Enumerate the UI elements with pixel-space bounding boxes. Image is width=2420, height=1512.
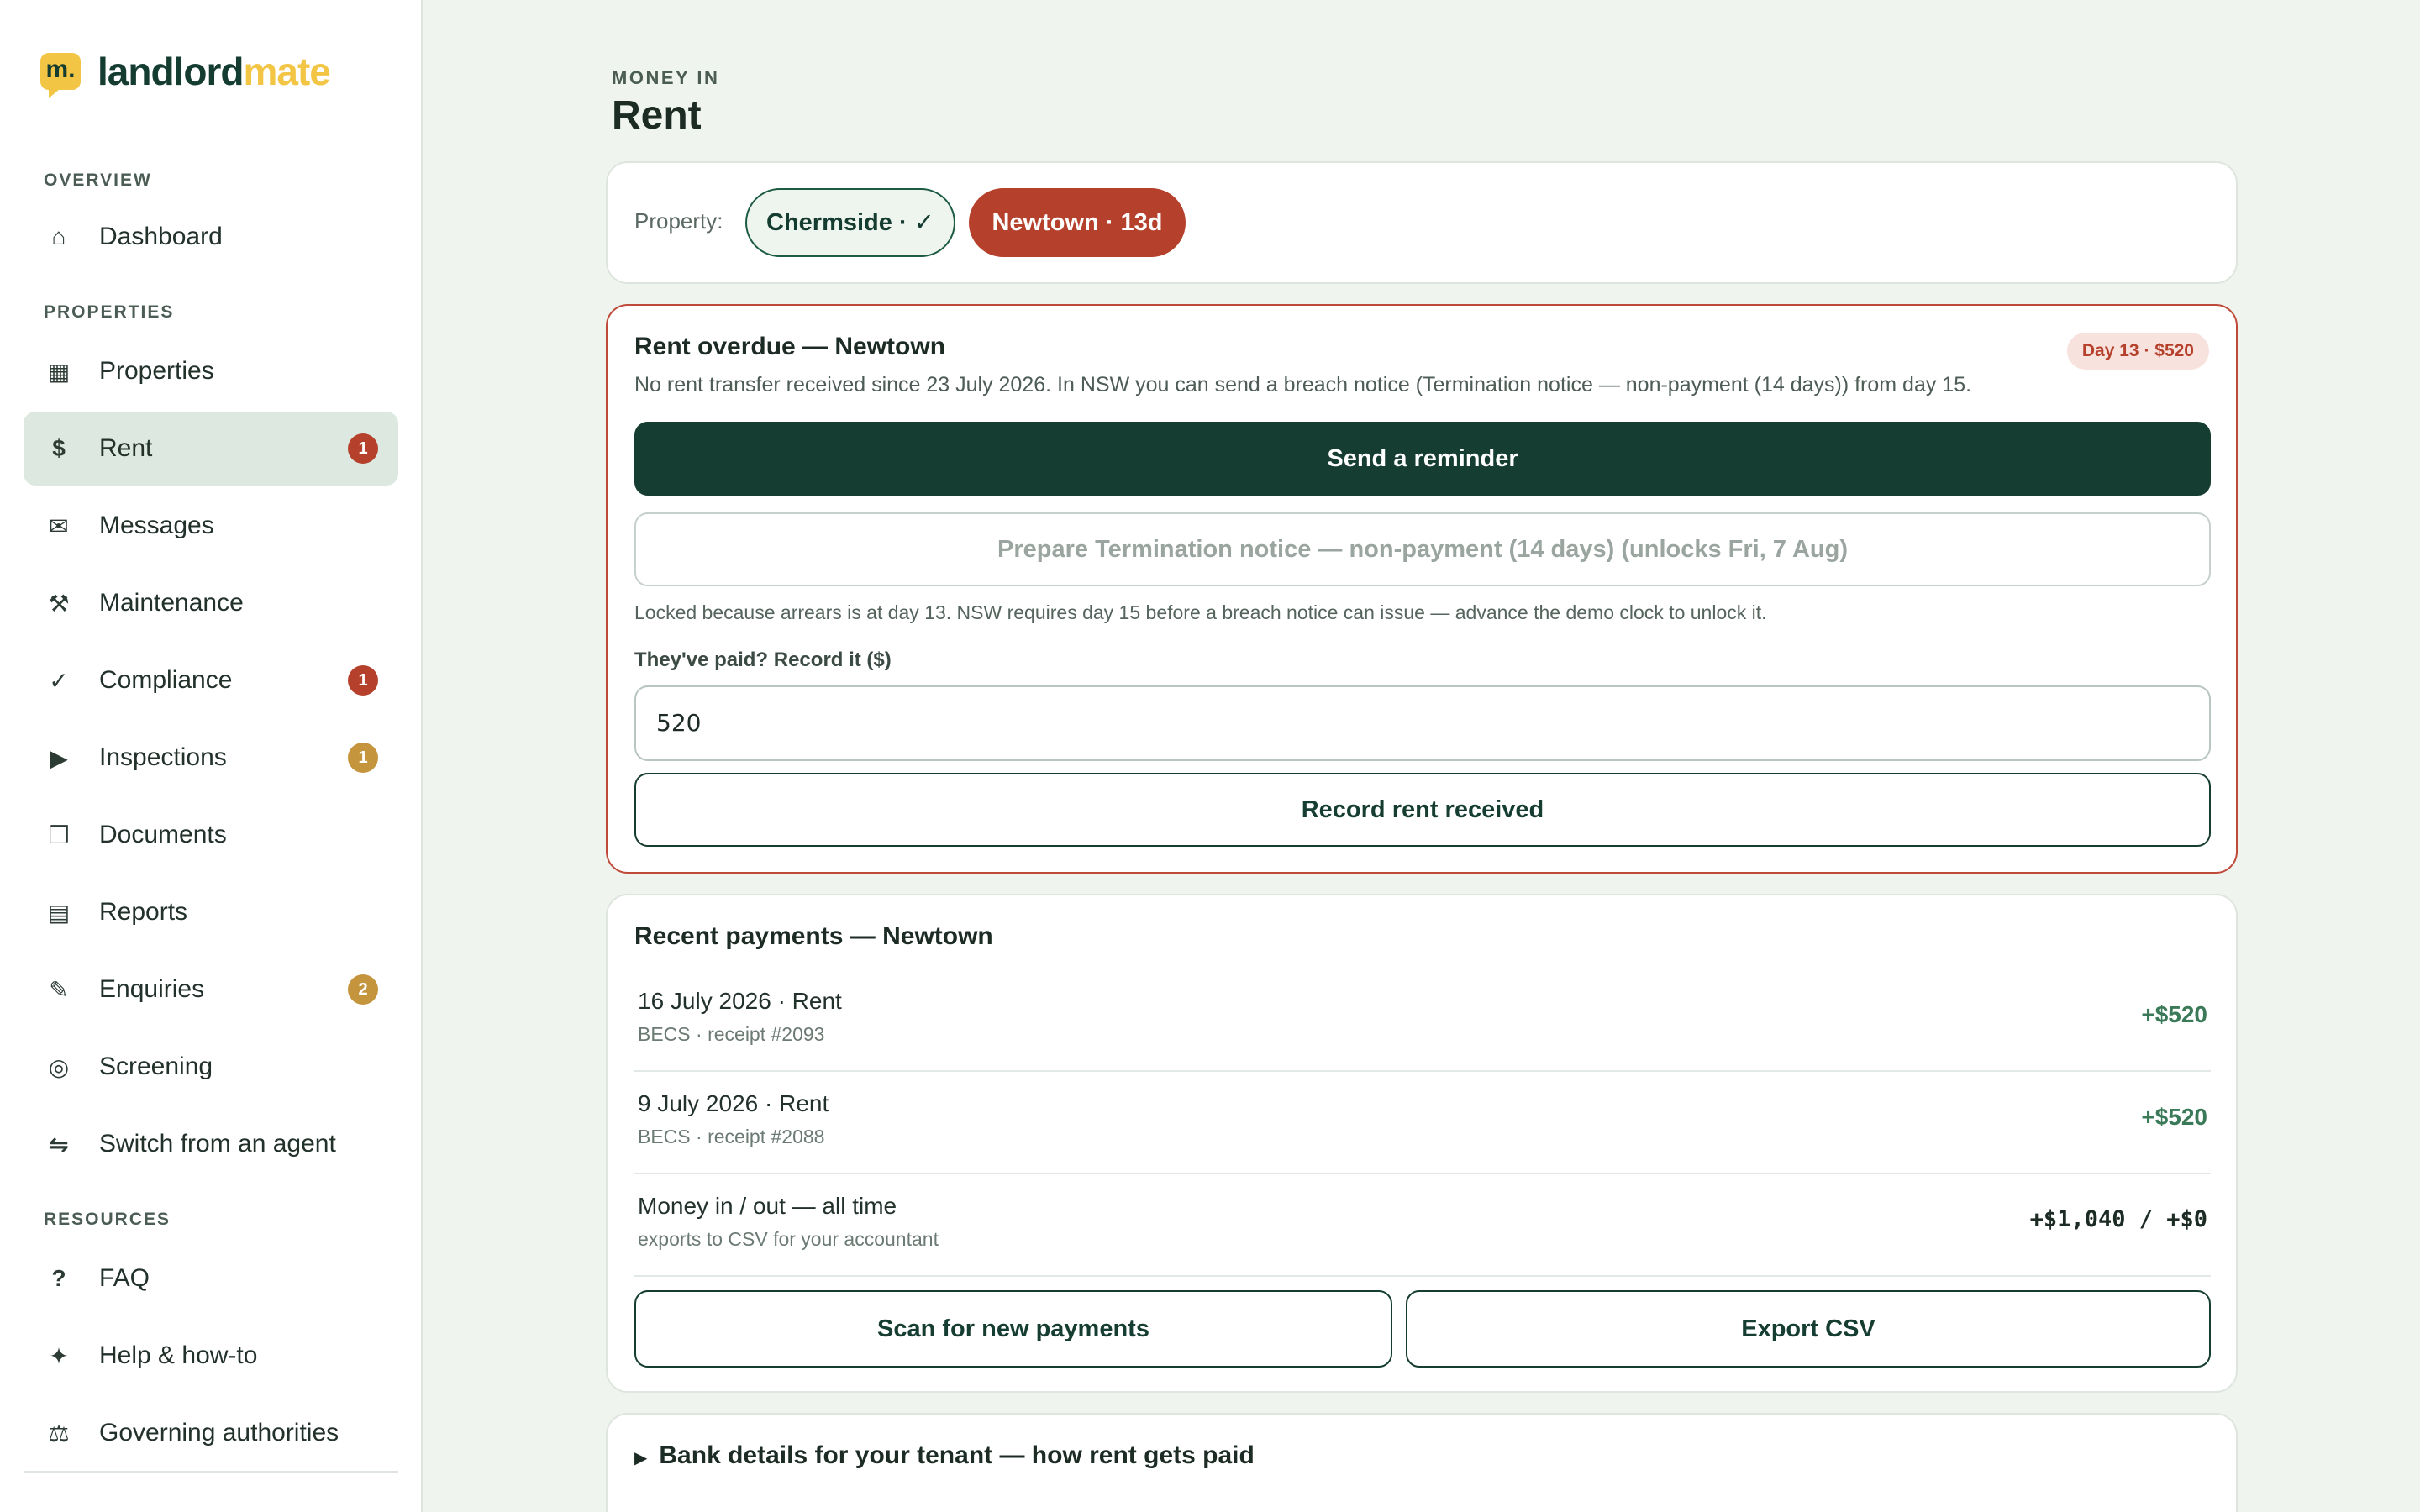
summary-amount: +$1,040 / +$0 bbox=[2029, 1206, 2207, 1232]
bank-details-disclosure[interactable]: ▶ Bank details for your tenant — how rent… bbox=[606, 1413, 2238, 1512]
sidebar-item-label: Reports bbox=[99, 898, 188, 926]
logo[interactable]: m. landlordmate bbox=[40, 49, 331, 98]
scan-payments-button[interactable]: Scan for new payments bbox=[634, 1290, 1392, 1368]
lock-note: Locked because arrears is at day 13. NSW… bbox=[634, 601, 1767, 623]
recent-payments-card: Recent payments — Newtown 16 July 2026 ·… bbox=[606, 894, 2238, 1393]
export-csv-button[interactable]: Export CSV bbox=[1406, 1290, 2211, 1368]
section-label-properties: PROPERTIES bbox=[44, 302, 175, 322]
sidebar-item-messages[interactable]: ✉ Messages bbox=[24, 489, 398, 563]
payment-row: 9 July 2026 · Rent BECS · receipt #2088 … bbox=[634, 1072, 2211, 1174]
check-icon: ✓ bbox=[49, 667, 69, 694]
document-icon: ❐ bbox=[48, 822, 70, 848]
payment-amount: +$520 bbox=[2141, 1104, 2207, 1130]
sidebar-item-maintenance[interactable]: ⚒ Maintenance bbox=[24, 566, 398, 640]
target-icon: ◎ bbox=[48, 1053, 70, 1080]
sidebar: m. landlordmate OVERVIEW ⌂ Dashboard PRO… bbox=[0, 0, 423, 1512]
payment-receipt: BECS · receipt #2088 bbox=[638, 1126, 825, 1147]
notification-badge: 1 bbox=[348, 665, 378, 696]
sidebar-item-enquiries[interactable]: ✎ Enquiries 2 bbox=[24, 953, 398, 1026]
sidebar-item-rent[interactable]: $ Rent 1 bbox=[24, 412, 398, 486]
sidebar-item-label: Dashboard bbox=[99, 223, 223, 250]
record-payment-label: They've paid? Record it ($) bbox=[634, 648, 892, 671]
payment-receipt: BECS · receipt #2093 bbox=[638, 1023, 825, 1045]
send-reminder-button[interactable]: Send a reminder bbox=[634, 422, 2211, 496]
payment-row: 16 July 2026 · Rent BECS · receipt #2093… bbox=[634, 969, 2211, 1072]
disclosure-triangle-icon: ▶ bbox=[634, 1449, 648, 1467]
money-summary-row: Money in / out — all time exports to CSV… bbox=[634, 1174, 2211, 1277]
switch-icon: ⇋ bbox=[49, 1131, 69, 1158]
pencil-icon: ✎ bbox=[49, 976, 69, 1003]
record-rent-received-button[interactable]: Record rent received bbox=[634, 773, 2211, 847]
section-label-resources: RESOURCES bbox=[44, 1210, 171, 1229]
scales-icon: ⚖ bbox=[48, 1420, 70, 1446]
notification-badge: 1 bbox=[348, 743, 378, 773]
sidebar-item-label: Rent bbox=[99, 434, 153, 462]
sidebar-item-screening[interactable]: ◎ Screening bbox=[24, 1030, 398, 1104]
sidebar-item-label: Switch from an agent bbox=[99, 1130, 336, 1158]
sidebar-divider bbox=[24, 1471, 398, 1473]
sidebar-item-faq[interactable]: ? FAQ bbox=[24, 1242, 398, 1315]
payments-title: Recent payments — Newtown bbox=[634, 922, 993, 950]
sidebar-item-help[interactable]: ✦ Help & how-to bbox=[24, 1319, 398, 1393]
sidebar-item-label: Governing authorities bbox=[99, 1419, 339, 1446]
play-icon: ▶ bbox=[50, 744, 68, 771]
property-label: Property: bbox=[634, 208, 723, 234]
payment-amount-input[interactable]: 520 bbox=[634, 685, 2211, 761]
sparkle-icon: ✦ bbox=[49, 1342, 69, 1369]
notification-badge: 1 bbox=[348, 433, 378, 464]
sidebar-item-properties[interactable]: ▦ Properties bbox=[24, 334, 398, 408]
alert-description: No rent transfer received since 23 July … bbox=[634, 373, 1972, 396]
question-icon: ? bbox=[51, 1265, 66, 1291]
section-label-overview: OVERVIEW bbox=[44, 171, 152, 190]
summary-sub: exports to CSV for your accountant bbox=[638, 1228, 939, 1250]
sidebar-item-reports[interactable]: ▤ Reports bbox=[24, 875, 398, 949]
notification-badge: 2 bbox=[348, 974, 378, 1005]
sidebar-item-switch-from-agent[interactable]: ⇋ Switch from an agent bbox=[24, 1107, 398, 1181]
sidebar-item-compliance[interactable]: ✓ Compliance 1 bbox=[24, 643, 398, 717]
mail-icon: ✉ bbox=[49, 512, 69, 539]
property-chip-chermside[interactable]: Chermside · ✓ bbox=[745, 188, 955, 257]
rent-overdue-card: Rent overdue — Newtown Day 13 · $520 No … bbox=[606, 304, 2238, 874]
payment-date: 9 July 2026 · Rent bbox=[638, 1090, 829, 1116]
sidebar-item-inspections[interactable]: ▶ Inspections 1 bbox=[24, 721, 398, 795]
sidebar-item-label: Maintenance bbox=[99, 589, 244, 617]
report-icon: ▤ bbox=[47, 899, 71, 926]
property-chip-newtown[interactable]: Newtown · 13d bbox=[969, 188, 1186, 257]
sidebar-item-label: Help & how-to bbox=[99, 1341, 258, 1369]
prepare-termination-notice-button: Prepare Termination notice — non-payment… bbox=[634, 512, 2211, 586]
sidebar-item-dashboard[interactable]: ⌂ Dashboard bbox=[24, 200, 398, 274]
page-title: Rent bbox=[612, 93, 702, 138]
payment-amount: +$520 bbox=[2141, 1001, 2207, 1027]
payment-date: 16 July 2026 · Rent bbox=[638, 988, 842, 1014]
alert-title: Rent overdue — Newtown bbox=[634, 333, 946, 360]
sidebar-item-governing-authorities[interactable]: ⚖ Governing authorities bbox=[24, 1396, 398, 1470]
logo-wordmark: landlordmate bbox=[97, 50, 331, 93]
sidebar-item-documents[interactable]: ❐ Documents bbox=[24, 798, 398, 872]
sidebar-item-label: Compliance bbox=[99, 666, 233, 694]
sidebar-item-label: FAQ bbox=[99, 1264, 150, 1292]
bank-details-summary[interactable]: ▶ Bank details for your tenant — how rent… bbox=[634, 1441, 1255, 1470]
status-badge: Day 13 · $520 bbox=[2066, 333, 2209, 370]
sidebar-item-label: Enquiries bbox=[99, 975, 205, 1003]
tools-icon: ⚒ bbox=[48, 590, 70, 617]
property-selector-card: Property: Chermside · ✓ Newtown · 13d bbox=[606, 161, 2238, 284]
sidebar-item-label: Messages bbox=[99, 512, 214, 539]
dollar-icon: $ bbox=[52, 435, 66, 461]
summary-label: Money in / out — all time bbox=[638, 1193, 897, 1219]
logo-mark-icon: m. bbox=[40, 53, 81, 98]
building-icon: ▦ bbox=[47, 358, 71, 385]
home-icon: ⌂ bbox=[51, 223, 66, 249]
page-eyebrow: MONEY IN bbox=[612, 67, 720, 88]
bank-details-label: Bank details for your tenant — how rent … bbox=[659, 1441, 1255, 1469]
sidebar-item-label: Inspections bbox=[99, 743, 227, 771]
sidebar-item-label: Properties bbox=[99, 357, 214, 385]
sidebar-item-label: Documents bbox=[99, 821, 227, 848]
sidebar-item-label: Screening bbox=[99, 1053, 213, 1080]
